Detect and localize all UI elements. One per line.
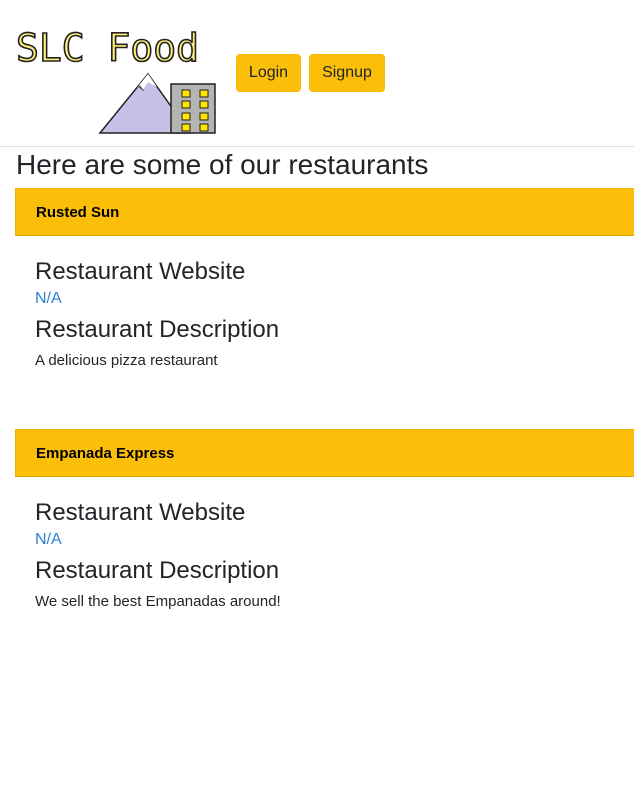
restaurant-card: Rusted Sun Restaurant Website N/A Restau… [15, 188, 634, 372]
signup-button[interactable]: Signup [309, 54, 385, 92]
slc-food-logo[interactable]: SLC Food [14, 24, 219, 135]
restaurant-name: Empanada Express [15, 429, 634, 477]
logo-text: SLC Food [15, 25, 200, 71]
restaurant-card: Empanada Express Restaurant Website N/A … [15, 429, 634, 613]
restaurant-card-body: Restaurant Website N/A Restaurant Descri… [15, 497, 634, 613]
page-title: Here are some of our restaurants [16, 149, 429, 180]
restaurant-description: A delicious pizza restaurant [35, 352, 218, 369]
website-heading: Restaurant Website [35, 258, 246, 285]
description-heading: Restaurant Description [35, 316, 280, 343]
restaurant-description: We sell the best Empanadas around! [35, 593, 281, 610]
restaurant-card-body: Restaurant Website N/A Restaurant Descri… [15, 256, 634, 372]
restaurant-website-link[interactable]: N/A [35, 529, 634, 551]
restaurant-name: Rusted Sun [15, 188, 634, 236]
website-heading: Restaurant Website [35, 499, 246, 526]
restaurant-website-link[interactable]: N/A [35, 288, 634, 310]
description-heading: Restaurant Description [35, 557, 280, 584]
site-header: SLC Food Login Signup [0, 0, 634, 147]
login-button[interactable]: Login [236, 54, 301, 92]
